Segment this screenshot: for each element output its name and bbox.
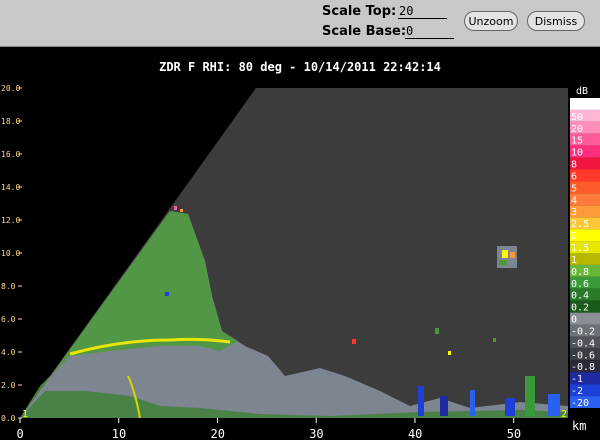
colorbar-label: 2	[571, 231, 577, 242]
colorbar-label: 8	[571, 160, 577, 171]
colorbar-label: 0.8	[571, 267, 589, 278]
scale-top-label: Scale Top:	[322, 4, 397, 19]
colorbar-label: 0.2	[571, 303, 589, 314]
scale-top-input[interactable]: 20	[398, 4, 447, 19]
colorbar-label: -20	[571, 398, 589, 409]
blue-cluster-3	[470, 390, 475, 416]
colorbar-label: -1	[571, 374, 583, 385]
x-tick-label: 40	[408, 427, 422, 440]
scatter-echo-1	[435, 328, 439, 334]
y-tick-label: 16.0	[1, 150, 20, 159]
toolbar: Scale Top: 20 Scale Base: 0 Unzoom Dismi…	[0, 0, 600, 47]
scatter-echo-3	[493, 338, 496, 342]
y-tick-label: 8.0	[1, 282, 16, 291]
y-tick-label: 10.0	[1, 249, 20, 258]
colorbar-label: -0.8	[571, 362, 595, 373]
blue-cluster-1	[418, 386, 424, 416]
y-tick-label: 2.0	[1, 381, 16, 390]
dismiss-button[interactable]: Dismiss	[527, 11, 585, 31]
y-tick-label: 0.0	[1, 414, 16, 423]
colorbar-label: 10	[571, 148, 583, 159]
green-cluster-right	[525, 376, 535, 416]
echo-top-cell-1	[174, 206, 177, 210]
x-axis-unit: km	[572, 419, 586, 433]
colorbar-label: 20	[571, 124, 583, 135]
isolated-echo-cell	[497, 246, 517, 268]
y-tick-label: 14.0	[1, 183, 20, 192]
scatter-echo-5	[165, 292, 169, 296]
y-tick-label: 12.0	[1, 216, 20, 225]
echo-top-cell-2	[180, 209, 183, 212]
colorbar-label: 6	[571, 171, 577, 182]
y-tick-label: 6.0	[1, 315, 16, 324]
scatter-echo-4	[352, 339, 356, 344]
blue-cluster-2	[440, 396, 448, 416]
radar-rhi-plot[interactable]: 0.0 2.0 4.0 6.0 8.0 10.0 12.0 14.0 16.0 18.0 2 0.0 …	[0, 46, 600, 440]
scale-base-input[interactable]: 0	[405, 24, 454, 39]
blue-cluster-5	[548, 394, 560, 416]
x-tick-label: 50	[507, 427, 521, 440]
colorbar-label: 3	[571, 207, 577, 218]
colorbar-label: 1.5	[571, 243, 589, 254]
y-tick-label: 20.0	[1, 84, 20, 93]
colorbar-unit: dB	[576, 86, 588, 97]
colorbar-label: 0	[571, 315, 577, 326]
colorbar-label: 2.5	[571, 219, 589, 230]
colorbar-label: 50	[571, 112, 583, 123]
colorbar-label: -0.6	[571, 350, 595, 361]
scatter-echo-2	[448, 351, 451, 355]
colorbar-label: 95	[571, 100, 583, 111]
y-axis: 0.0 2.0 4.0 6.0 8.0 10.0 12.0 14.0 16.0 18.0 20.0	[1, 84, 22, 423]
colorbar-label: 0.4	[571, 291, 589, 302]
scale-base-label: Scale Base:	[322, 24, 407, 39]
y-tick-label: 4.0	[1, 348, 16, 357]
colorbar-label: 5	[571, 183, 577, 194]
x-tick-label: 10	[112, 427, 126, 440]
colorbar-label: -2	[571, 386, 583, 397]
x-axis: 0 10 20 30 40 50	[17, 418, 521, 440]
colorbar-label: -0.4	[571, 338, 595, 349]
corner-label-left: 1	[22, 409, 28, 420]
x-tick-label: 30	[309, 427, 323, 440]
blue-cluster-4	[505, 398, 515, 416]
colorbar-label: 0.6	[571, 279, 589, 290]
corner-label-right: 2	[561, 409, 567, 420]
colorbar-label: 4	[571, 195, 577, 206]
colorbar-label: -0.2	[571, 326, 595, 337]
x-tick-label: 0	[17, 427, 24, 440]
colorbar: 9550201510865432.521.510.80.60.40.20-0.2…	[570, 98, 600, 409]
colorbar-label: 15	[571, 136, 583, 147]
y-tick-label: 18.0	[1, 117, 20, 126]
colorbar-label: 1	[571, 255, 577, 266]
x-tick-label: 20	[210, 427, 224, 440]
unzoom-button[interactable]: Unzoom	[464, 11, 518, 31]
